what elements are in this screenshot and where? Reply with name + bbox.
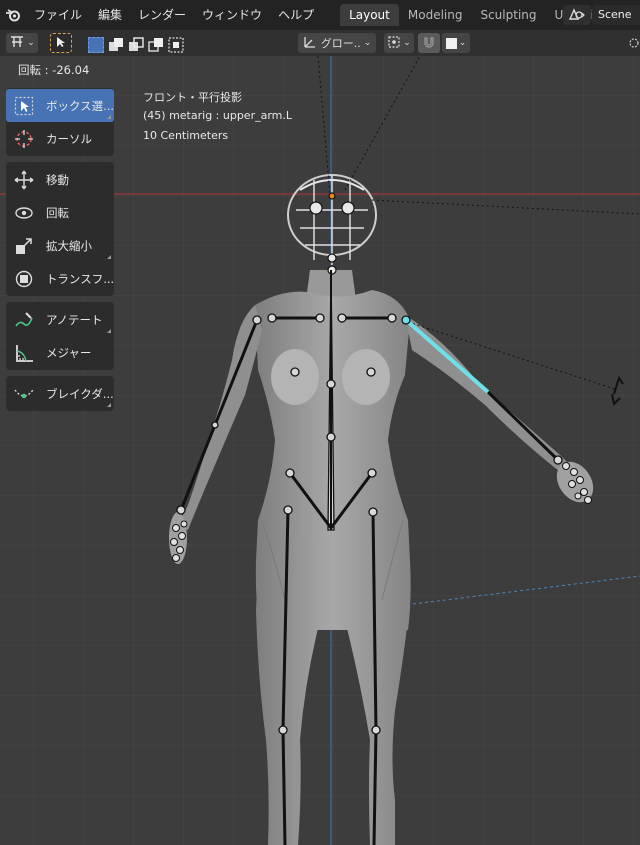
tool-label: アノテート (46, 312, 103, 327)
submenu-corner-icon (107, 329, 111, 333)
tab-sculpting[interactable]: Sculpting (471, 4, 545, 26)
object-info-label: (45) metarig : upper_arm.L (143, 109, 293, 122)
menu-edit[interactable]: 編集 (90, 0, 130, 30)
scene-selector-button[interactable] (563, 5, 591, 25)
top-menu-bar: ファイル 編集 レンダー ウィンドウ ヘルプ Layout Modeling S… (0, 0, 640, 30)
tool-label: ボックス選... (45, 98, 114, 113)
tool-label: 拡大縮小 (46, 238, 92, 253)
select-extend-icon[interactable] (108, 37, 124, 53)
rotate-icon (12, 201, 36, 225)
select-new-icon[interactable] (88, 37, 104, 53)
tool-transform[interactable]: トランスフ... (6, 262, 114, 295)
transform-icon (12, 267, 36, 291)
chevron-down-icon: ⌄ (403, 38, 411, 48)
select-tool-button[interactable] (50, 33, 72, 53)
tool-measure[interactable]: メジャー (6, 336, 114, 369)
menu-window[interactable]: ウィンドウ (194, 0, 270, 30)
tool-breakdown[interactable]: ブレイクダ... (6, 377, 114, 410)
viewport-header: ⌄ グロー.. ⌄ ⌄ ⌄ (0, 30, 640, 56)
tool-label: カーソル (46, 131, 92, 146)
pivot-point-icon (387, 35, 401, 52)
grid-scale-label: 10 Centimeters (143, 129, 229, 142)
orientation-label: グロー.. (320, 37, 361, 50)
tab-layout[interactable]: Layout (340, 4, 399, 26)
chevron-down-icon: ⌄ (458, 38, 467, 48)
tool-label: 移動 (46, 172, 69, 187)
tool-label: ブレイクダ... (46, 386, 114, 401)
tool-label: メジャー (46, 345, 92, 360)
tab-modeling[interactable]: Modeling (399, 4, 472, 26)
menu-render[interactable]: レンダー (130, 0, 194, 30)
tool-label: 回転 (46, 205, 69, 220)
armature-pose-icon (9, 35, 25, 52)
select-intersect-icon[interactable] (168, 37, 184, 53)
tool-shelf: ボックス選... カーソル 移動 回転 拡大縮小 トランスフ... アノテート … (6, 88, 114, 417)
tool-group-annotate: アノテート メジャー (6, 302, 114, 370)
pivot-point-dropdown[interactable]: ⌄ (384, 33, 414, 53)
tool-group-transform: 移動 回転 拡大縮小 トランスフ... (6, 162, 114, 296)
cursor-arrow-icon (56, 36, 66, 51)
scale-icon (12, 234, 36, 258)
cursor-target-icon (12, 127, 36, 151)
tool-move[interactable]: 移動 (6, 163, 114, 196)
view-name-label: フロント・平行投影 (143, 91, 242, 104)
magnet-icon (422, 35, 436, 52)
submenu-corner-icon (107, 255, 111, 259)
tool-annotate[interactable]: アノテート (6, 303, 114, 336)
tool-scale[interactable]: 拡大縮小 (6, 229, 114, 262)
submenu-corner-icon (107, 403, 111, 407)
select-subtract-icon[interactable] (128, 37, 144, 53)
object-mode-button[interactable]: ⌄ (6, 33, 38, 53)
breakdown-curve-icon (12, 382, 36, 406)
transform-orientation-dropdown[interactable]: グロー.. ⌄ (298, 33, 376, 53)
menu-help[interactable]: ヘルプ (270, 0, 322, 30)
snap-square-icon (445, 37, 457, 49)
select-difference-icon[interactable] (148, 37, 164, 53)
proportional-edit-icon[interactable] (628, 33, 640, 53)
blender-logo-icon[interactable] (0, 0, 26, 30)
tool-cursor[interactable]: カーソル (6, 122, 114, 155)
tool-label: トランスフ... (45, 271, 114, 286)
chevron-down-icon: ⌄ (27, 38, 35, 48)
annotate-pen-icon (12, 308, 36, 332)
snap-toggle[interactable] (418, 33, 440, 53)
tool-select-box[interactable]: ボックス選... (6, 89, 114, 122)
cursor-select-icon (12, 94, 36, 118)
snap-target-dropdown[interactable]: ⌄ (442, 33, 470, 53)
ruler-icon (12, 341, 36, 365)
scene-icon (568, 7, 586, 24)
tool-group-select: ボックス選... カーソル (6, 88, 114, 156)
rotation-readout: 回転 : -26.04 (18, 63, 90, 77)
chevron-down-icon: ⌄ (363, 38, 372, 48)
submenu-corner-icon (107, 115, 111, 119)
tool-group-pose: ブレイクダ... (6, 376, 114, 411)
move-arrows-icon (12, 168, 36, 192)
menu-file[interactable]: ファイル (26, 0, 90, 30)
scene-name-field[interactable]: Scene (592, 5, 640, 25)
selection-mode-group (86, 33, 184, 53)
tool-rotate[interactable]: 回転 (6, 196, 114, 229)
orientation-axes-icon (303, 35, 317, 52)
